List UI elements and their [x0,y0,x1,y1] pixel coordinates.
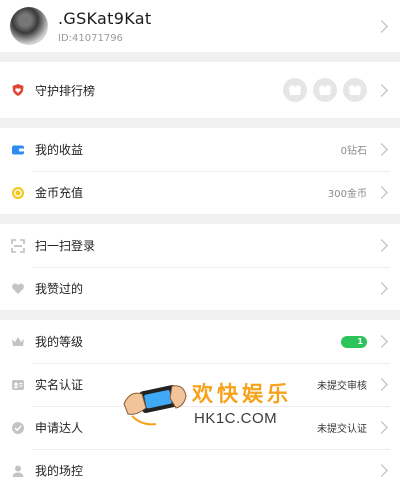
chevron-right-icon [375,239,388,252]
control-row[interactable]: 我的场控 [0,449,400,492]
chevron-right-icon [375,464,388,477]
chevron-right-icon [375,335,388,348]
level-badge: 1 [341,335,367,348]
guard-placeholder-avatar [313,78,337,102]
watermark-domain-text: HK1C.COM [194,410,278,427]
user-icon [10,463,26,479]
watermark-logo: 欢快娱乐 HK1C.COM [118,372,348,434]
guard-ranking-label: 守护排行榜 [35,83,96,98]
liked-row[interactable]: 我赞过的 [0,267,400,310]
chevron-right-icon [375,186,388,199]
scan-login-row[interactable]: 扫一扫登录 [0,224,400,267]
chevron-right-icon [375,83,388,97]
chevron-right-icon [375,378,388,391]
watermark-chinese-text: 欢快娱乐 [192,382,292,406]
guard-placeholder-avatar [283,78,307,102]
gamepad-hands-icon [123,385,187,426]
section-divider [0,52,400,62]
guard-placeholder-avatar [343,78,367,102]
earnings-row[interactable]: 我的收益 0钻石 [0,128,400,171]
chevron-right-icon [375,143,388,156]
guard-ranking-row[interactable]: 守护排行榜 [0,62,400,118]
scan-login-label: 扫一扫登录 [35,239,96,253]
heart-icon [10,281,26,297]
coin-icon [10,185,26,201]
chevron-right-icon [375,421,388,434]
chevron-right-icon [375,19,388,33]
control-label: 我的场控 [35,464,84,478]
section-divider [0,214,400,224]
profile-header[interactable]: .GSKat9Kat ID:41071796 [0,0,400,52]
section-divider [0,118,400,128]
chevron-right-icon [375,282,388,295]
liked-label: 我赞过的 [35,282,84,296]
recharge-row[interactable]: 金币充值 300金币 [0,171,400,214]
profile-info: .GSKat9Kat ID:41071796 [58,9,377,44]
wallet-icon [10,142,26,158]
recharge-label: 金币充值 [35,186,84,200]
scan-icon [10,238,26,254]
profile-name: .GSKat9Kat [58,8,152,28]
profile-id: ID:41071796 [58,32,123,44]
section-divider [0,310,400,320]
earnings-label: 我的收益 [35,143,84,157]
level-label: 我的等级 [35,335,84,349]
level-row[interactable]: 我的等级 1 [0,320,400,363]
recharge-value: 300金币 [327,189,367,200]
wallet-section: 我的收益 0钻石 金币充值 300金币 [0,128,400,214]
shield-heart-icon [10,82,26,98]
earnings-value: 0钻石 [340,146,367,157]
guard-avatars [277,78,367,102]
verified-icon [10,420,26,436]
avatar[interactable] [10,7,48,45]
crown-icon [10,334,26,350]
id-card-icon [10,377,26,393]
actions-section: 扫一扫登录 我赞过的 [0,224,400,310]
